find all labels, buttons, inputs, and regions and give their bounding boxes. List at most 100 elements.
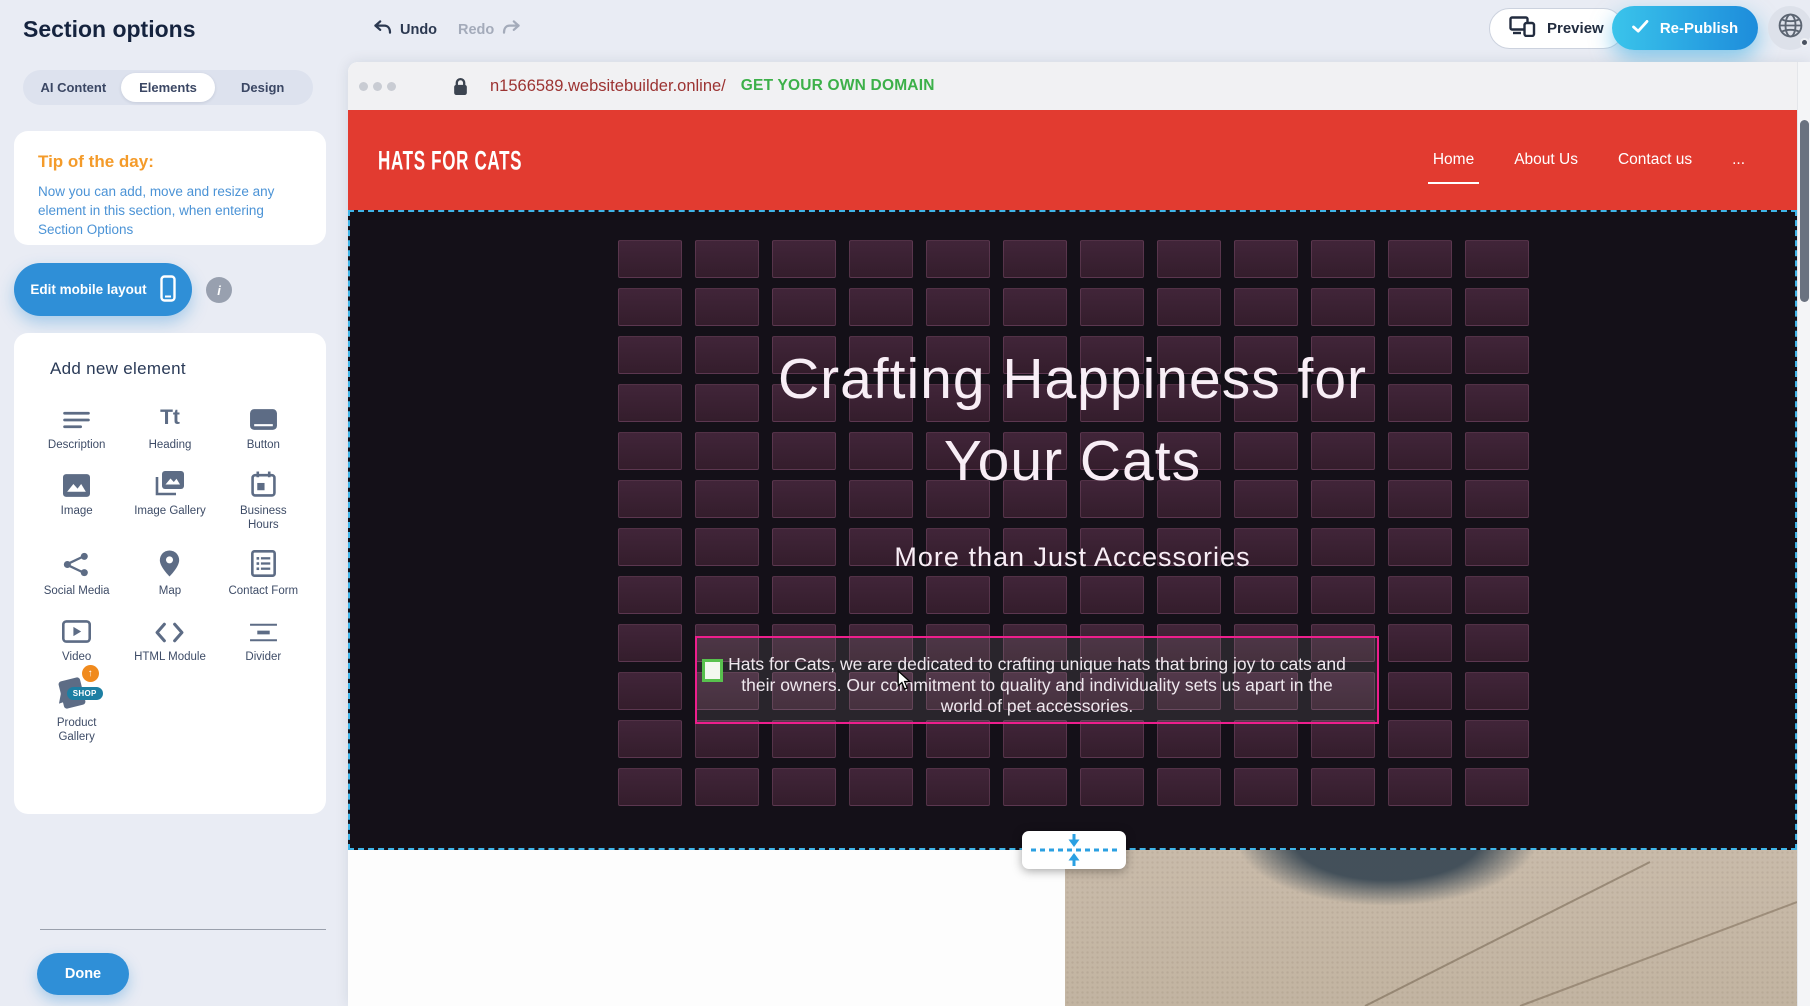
undo-button[interactable]: Undo <box>373 20 437 39</box>
tip-body: Now you can add, move and resize any ele… <box>38 182 294 239</box>
product-gallery-icon: ↑ SHOP <box>57 679 97 709</box>
add-element-video[interactable]: Video <box>30 613 123 664</box>
hero-heading[interactable]: Crafting Happiness for Your Cats <box>350 338 1795 502</box>
wall-tile <box>1234 768 1298 806</box>
undo-icon <box>373 20 392 39</box>
add-element-product-gallery[interactable]: ↑ SHOP Product Gallery <box>30 679 123 744</box>
window-dot <box>387 82 396 91</box>
wall-tile <box>1234 720 1298 758</box>
republish-label: Re-Publish <box>1660 20 1738 37</box>
video-icon <box>62 613 91 643</box>
section-resize-handle[interactable] <box>1022 831 1126 869</box>
wall-tile <box>695 720 759 758</box>
redo-button[interactable]: Redo <box>458 20 521 39</box>
add-element-heading[interactable]: Tt Heading <box>123 401 216 452</box>
add-element-business-hours[interactable]: Business Hours <box>217 467 310 532</box>
wall-tile <box>1157 576 1221 614</box>
browser-scrollbar[interactable] <box>1797 62 1810 1006</box>
element-label: Social Media <box>44 584 110 598</box>
add-element-social-media[interactable]: Social Media <box>30 547 123 598</box>
element-grid: Description Tt Heading Button Image Imag… <box>14 401 326 744</box>
element-label: HTML Module <box>134 650 206 664</box>
website-builder-app: Section options Undo Redo Preview Re-Pub… <box>0 0 1810 1006</box>
redo-icon <box>502 20 521 39</box>
nav-about-us[interactable]: About Us <box>1514 151 1578 169</box>
wall-tile <box>695 768 759 806</box>
add-element-image-gallery[interactable]: Image Gallery <box>123 467 216 532</box>
tab-ai-content[interactable]: AI Content <box>26 73 121 102</box>
preview-button[interactable]: Preview <box>1489 8 1624 49</box>
next-section-photo <box>1065 850 1797 1006</box>
element-label: Image <box>61 504 93 518</box>
wall-tile <box>1234 576 1298 614</box>
site-preview-window: n1566589.websitebuilder.online/ GET YOUR… <box>348 62 1810 1006</box>
wall-tile <box>1311 288 1375 326</box>
resize-arrows-icon <box>1022 831 1126 869</box>
add-element-contact-form[interactable]: Contact Form <box>217 547 310 598</box>
add-element-description[interactable]: Description <box>30 401 123 452</box>
get-domain-link[interactable]: GET YOUR OWN DOMAIN <box>741 77 935 95</box>
business-hours-icon <box>251 467 276 497</box>
page-title: Section options <box>23 16 196 43</box>
next-section-blank <box>348 850 1065 1006</box>
image-icon <box>63 467 90 497</box>
hero-paragraph[interactable]: Hats for Cats, we are dedicated to craft… <box>697 638 1377 717</box>
wall-tile <box>1388 240 1452 278</box>
element-label: Business Hours <box>225 504 301 532</box>
nav-contact-us[interactable]: Contact us <box>1618 151 1692 169</box>
language-globe-button[interactable] <box>1768 6 1810 50</box>
wall-tile <box>1003 768 1067 806</box>
add-element-divider[interactable]: Divider <box>217 613 310 664</box>
nav-home[interactable]: Home <box>1433 151 1474 169</box>
wall-tile <box>926 576 990 614</box>
wall-tile <box>618 624 682 662</box>
wall-tile <box>772 288 836 326</box>
wall-tile <box>926 768 990 806</box>
hero-subheading[interactable]: More than Just Accessories <box>350 542 1795 573</box>
add-element-button[interactable]: Button <box>217 401 310 452</box>
wall-tile <box>926 720 990 758</box>
wall-tile <box>1465 768 1529 806</box>
republish-button[interactable]: Re-Publish <box>1612 6 1758 50</box>
tab-elements[interactable]: Elements <box>121 73 216 102</box>
add-element-html-module[interactable]: HTML Module <box>123 613 216 664</box>
contact-form-icon <box>251 547 276 577</box>
element-drag-handle[interactable] <box>702 659 723 682</box>
wall-tile <box>1157 240 1221 278</box>
nav-more[interactable]: ... <box>1732 151 1745 169</box>
description-icon <box>63 401 90 431</box>
redo-label: Redo <box>458 22 494 38</box>
edit-mobile-label: Edit mobile layout <box>30 282 146 297</box>
add-element-image[interactable]: Image <box>30 467 123 532</box>
wall-tile <box>1465 576 1529 614</box>
info-icon[interactable]: i <box>206 277 232 303</box>
wall-tile <box>618 768 682 806</box>
wall-tile <box>772 576 836 614</box>
wall-tile <box>849 768 913 806</box>
edit-mobile-layout-button[interactable]: Edit mobile layout <box>14 263 192 316</box>
site-nav: Home About Us Contact us ... <box>1433 110 1745 210</box>
button-icon <box>249 401 278 431</box>
wall-tile <box>1388 624 1452 662</box>
selected-hero-section[interactable]: Crafting Happiness for Your Cats More th… <box>348 210 1797 850</box>
window-dot <box>373 82 382 91</box>
wall-tile <box>1234 240 1298 278</box>
mobile-phone-icon <box>160 275 176 305</box>
tab-design[interactable]: Design <box>215 73 310 102</box>
site-logo[interactable]: HATS FOR CATS <box>378 146 522 177</box>
globe-status-dot <box>1800 38 1809 47</box>
add-element-map[interactable]: Map <box>123 547 216 598</box>
scrollbar-thumb[interactable] <box>1800 120 1809 302</box>
wall-tile <box>1465 624 1529 662</box>
done-button[interactable]: Done <box>37 953 129 995</box>
hero-heading-line2: Your Cats <box>350 420 1795 502</box>
wall-tile <box>1311 240 1375 278</box>
selected-text-element[interactable]: Hats for Cats, we are dedicated to craft… <box>695 636 1379 724</box>
wall-tile <box>926 240 990 278</box>
wall-tile <box>618 672 682 710</box>
wall-tile <box>618 576 682 614</box>
add-new-element-card: Add new element Description Tt Heading B… <box>14 333 326 814</box>
wall-tile <box>1080 768 1144 806</box>
element-label: Product Gallery <box>39 716 115 744</box>
url-text: n1566589.websitebuilder.online/ <box>490 77 726 96</box>
